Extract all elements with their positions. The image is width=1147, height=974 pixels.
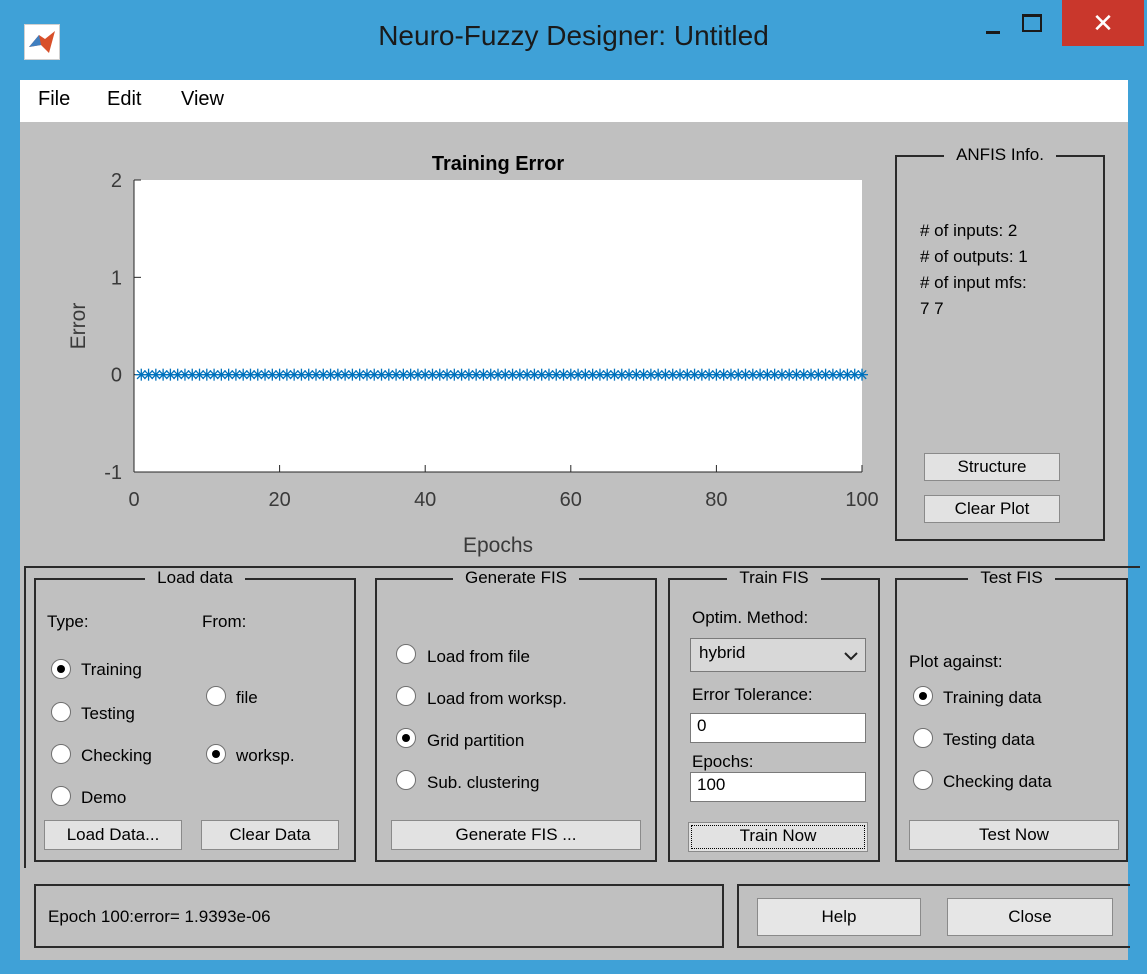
test-fis-group: Test FIS Plot against: Training data Tes…: [895, 568, 1128, 862]
y-tick-label: 2: [111, 170, 122, 192]
type-label: Type:: [47, 612, 89, 631]
close-button[interactable]: Close: [947, 898, 1113, 936]
load-data-group: Load data Type: From: Training Testing C…: [34, 568, 356, 862]
status-panel: Epoch 100:error= 1.9393e-06: [34, 884, 724, 948]
radio-workspace[interactable]: [206, 744, 226, 764]
radio-file[interactable]: [206, 686, 226, 706]
load-data-button[interactable]: Load Data...: [44, 820, 182, 850]
train-fis-group: Train FIS Optim. Method: hybrid Error To…: [668, 568, 880, 862]
error-tolerance-field[interactable]: 0: [690, 713, 866, 743]
radio-grid-partition[interactable]: [396, 728, 416, 748]
x-tick-label: 80: [705, 489, 727, 511]
radio-load-from-file[interactable]: [396, 644, 416, 664]
y-tick-label: 1: [111, 267, 122, 289]
radio-demo[interactable]: [51, 786, 71, 806]
x-tick-label: 20: [268, 489, 290, 511]
structure-button[interactable]: Structure: [924, 453, 1060, 481]
anfis-info-title: ANFIS Info.: [944, 145, 1056, 164]
y-tick-label: -1: [104, 462, 122, 484]
anfis-input-mfs-value: 7 7: [920, 299, 944, 318]
load-data-title: Load data: [145, 568, 245, 587]
training-error-chart: Training Error Error Epochs 0 20 40 60 80 100…: [67, 153, 879, 557]
plot-area: [134, 180, 862, 472]
radio-grid-partition-label: Grid partition: [427, 731, 525, 750]
radio-load-from-workspace[interactable]: [396, 686, 416, 706]
plot-against-label: Plot against:: [909, 652, 1003, 671]
radio-checking-data-label: Checking data: [943, 772, 1052, 791]
x-tick-label: 100: [845, 489, 878, 511]
radio-testing-data[interactable]: [913, 728, 933, 748]
epochs-field[interactable]: 100: [690, 772, 866, 802]
close-window-button[interactable]: ✕: [1062, 0, 1144, 46]
anfis-outputs-count: # of outputs: 1: [920, 247, 1028, 266]
x-tick-label: 0: [128, 489, 139, 511]
status-message: Epoch 100:error= 1.9393e-06: [48, 907, 271, 926]
maximize-button[interactable]: [1006, 0, 1062, 46]
epochs-label: Epochs:: [692, 752, 754, 771]
radio-file-label: file: [236, 688, 258, 707]
generate-fis-group: Generate FIS Load from file Load from wo…: [375, 568, 657, 862]
radio-workspace-label: worksp.: [236, 746, 295, 765]
radio-demo-label: Demo: [81, 788, 127, 807]
radio-checking[interactable]: [51, 744, 71, 764]
radio-testing-label: Testing: [81, 704, 135, 723]
x-axis-label: Epochs: [463, 534, 533, 557]
clear-data-button[interactable]: Clear Data: [201, 820, 339, 850]
radio-testing-data-label: Testing data: [943, 730, 1035, 749]
generate-fis-button[interactable]: Generate FIS ...: [391, 820, 641, 850]
chevron-down-icon: [844, 652, 858, 661]
radio-training-label: Training: [81, 660, 142, 679]
from-label: From:: [202, 612, 247, 631]
radio-sub-clustering-label: Sub. clustering: [427, 773, 540, 792]
generate-fis-title: Generate FIS: [452, 568, 580, 587]
chart-title: Training Error: [432, 153, 564, 175]
radio-training-data-label: Training data: [943, 688, 1042, 707]
train-fis-title: Train FIS: [727, 568, 821, 587]
radio-checking-label: Checking: [81, 746, 152, 765]
footer-panel: Help Close: [737, 884, 1130, 948]
radio-training-data[interactable]: [913, 686, 933, 706]
error-tolerance-label: Error Tolerance:: [692, 685, 813, 704]
x-tick-label: 60: [560, 489, 582, 511]
radio-sub-clustering[interactable]: [396, 770, 416, 790]
clear-plot-button[interactable]: Clear Plot: [924, 495, 1060, 523]
optim-method-select[interactable]: hybrid: [690, 638, 866, 672]
y-tick-label: 0: [111, 365, 122, 387]
test-fis-title: Test FIS: [968, 568, 1055, 587]
train-now-button[interactable]: Train Now: [688, 822, 868, 852]
anfis-info-group: ANFIS Info. # of inputs: 2 # of outputs:…: [895, 145, 1105, 541]
radio-load-from-workspace-label: Load from worksp.: [427, 689, 567, 708]
anfis-input-mfs-label: # of input mfs:: [920, 273, 1027, 292]
help-button[interactable]: Help: [757, 898, 921, 936]
test-now-button[interactable]: Test Now: [909, 820, 1119, 850]
radio-testing[interactable]: [51, 702, 71, 722]
x-tick-label: 40: [414, 489, 436, 511]
radio-training[interactable]: [51, 659, 71, 679]
optim-method-value: hybrid: [699, 643, 746, 662]
radio-checking-data[interactable]: [913, 770, 933, 790]
radio-load-from-file-label: Load from file: [427, 647, 530, 666]
anfis-inputs-count: # of inputs: 2: [920, 221, 1018, 240]
y-axis-label: Error: [67, 303, 90, 350]
optim-method-label: Optim. Method:: [692, 608, 809, 627]
